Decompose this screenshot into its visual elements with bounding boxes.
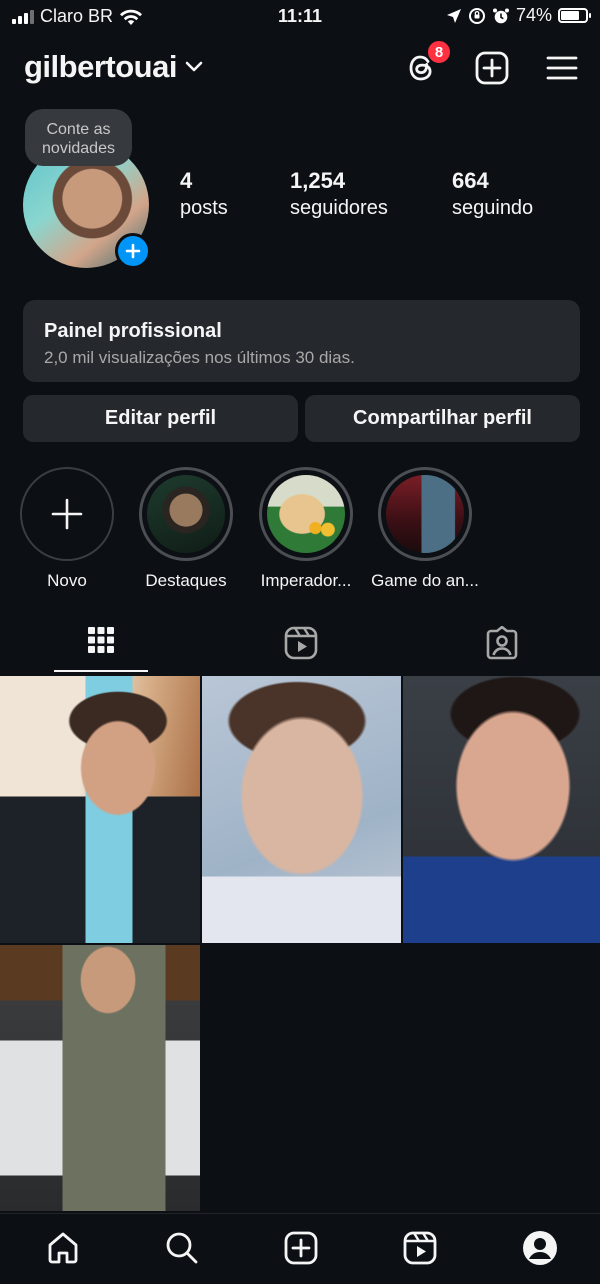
post-thumbnail[interactable] [0,945,200,1211]
nav-search[interactable] [160,1226,204,1270]
highlight-label: Novo [47,571,87,590]
carrier-label: Claro BR [40,6,114,26]
followers-count: 1,254 [290,168,346,193]
following-count: 664 [452,168,489,193]
tab-reels[interactable] [254,622,348,674]
followers-stat[interactable]: 1,254 seguidores [290,168,388,220]
post-thumbnail[interactable] [0,676,200,943]
wifi-icon [120,9,143,25]
location-arrow-icon [446,8,461,23]
posts-label: posts [180,197,228,219]
highlight-ring [20,467,114,561]
nav-create[interactable] [279,1226,323,1270]
highlight-cover [386,475,464,553]
tab-posts-grid[interactable] [54,622,148,674]
battery-icon [558,8,591,23]
nav-profile[interactable] [518,1226,562,1270]
status-left: Claro BR [12,6,143,27]
post-thumbnail[interactable] [403,676,600,943]
highlight-label: Game do an... [371,571,479,590]
create-post-button[interactable] [472,48,512,88]
status-right: 74% [446,5,591,26]
username: gilbertouai [24,49,177,84]
highlight-ring [378,467,472,561]
battery-percent: 74% [515,5,552,25]
home-icon [48,1232,78,1264]
profile-note-text: Conte as novidades [42,121,115,157]
highlight-game[interactable]: Game do an... [365,467,485,591]
create-icon [284,1231,318,1265]
profile-header: gilbertouai 8 [0,39,600,92]
orientation-lock-icon [468,7,485,24]
reels-icon [284,626,318,660]
tab-tagged[interactable] [455,622,549,674]
add-story-button[interactable] [115,233,151,269]
chevron-down-icon [185,61,203,72]
highlight-new[interactable]: Novo [7,467,127,591]
highlight-ring [259,467,353,561]
post-thumbnail[interactable] [202,676,401,943]
highlight-cover [267,475,345,553]
posts-stat[interactable]: 4 posts [180,168,228,220]
following-stat[interactable]: 664 seguindo [452,168,533,220]
professional-dashboard[interactable]: Painel profissional 2,0 mil visualizaçõe… [23,300,580,382]
cellular-signal-icon [12,9,34,24]
edit-profile-button[interactable]: Editar perfil [23,395,298,442]
highlight-ring [139,467,233,561]
highlight-cover [147,475,225,553]
tagged-icon [486,626,518,660]
highlight-label: Imperador... [260,571,352,590]
profile-icon [523,1231,557,1265]
profile-note-bubble[interactable]: Conte as novidades [25,109,132,166]
highlight-destaques[interactable]: Destaques [126,467,246,591]
alarm-icon [492,8,509,23]
create-post-icon [475,51,509,85]
nav-reels[interactable] [398,1226,442,1270]
posts-count: 4 [180,168,193,193]
status-bar: Claro BR 11:11 74% [0,0,600,34]
share-profile-button[interactable]: Compartilhar perfil [305,395,580,442]
nav-home[interactable] [41,1226,85,1270]
dashboard-subtitle: 2,0 mil visualizações nos últimos 30 dia… [44,348,355,367]
highlight-imperador[interactable]: Imperador... [246,467,366,591]
active-tab-indicator [54,670,148,672]
highlight-label: Destaques [145,571,227,590]
menu-icon [546,56,578,80]
threads-button[interactable]: 8 [402,39,452,88]
reels-icon [403,1231,437,1265]
grid-icon [88,627,114,653]
plus-icon [51,498,83,530]
search-icon [166,1232,198,1264]
plus-icon [125,243,141,259]
following-label: seguindo [452,197,534,219]
account-switcher[interactable]: gilbertouai [24,49,203,85]
menu-button[interactable] [542,48,582,88]
followers-label: seguidores [290,197,388,219]
notification-badge: 8 [426,39,452,65]
bottom-navigation [0,1213,600,1284]
dashboard-title: Painel profissional [44,320,222,342]
